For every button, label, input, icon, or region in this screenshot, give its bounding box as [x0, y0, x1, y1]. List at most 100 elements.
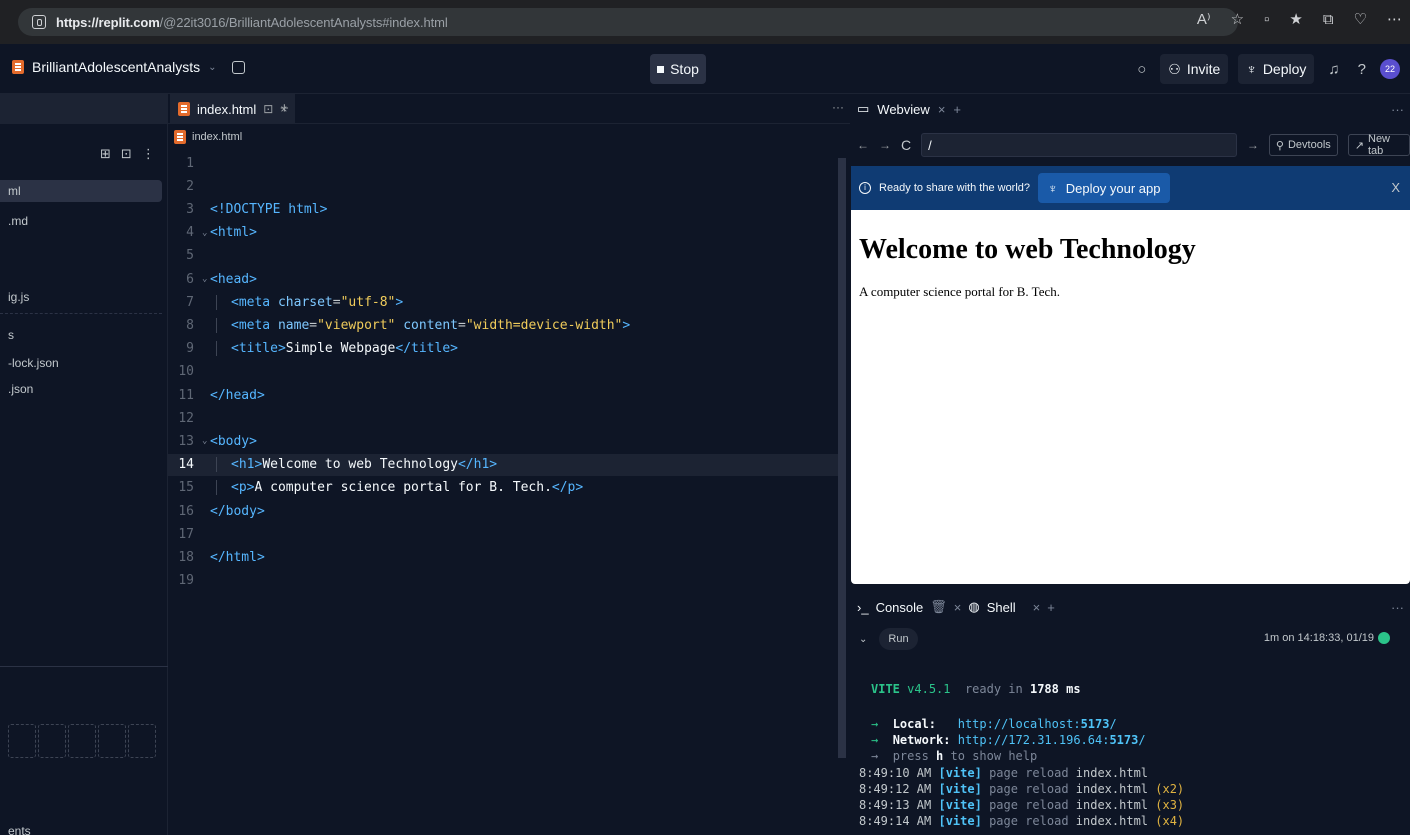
code-line[interactable]: 5: [168, 245, 838, 267]
new-folder-icon[interactable]: ⊡: [121, 146, 132, 162]
code-line[interactable]: 13 ⌄ <body>: [168, 430, 838, 452]
code-line[interactable]: 14 <h1>Welcome to web Technology</h1>: [168, 453, 838, 476]
pin-icon[interactable]: ⊡: [263, 102, 273, 116]
code-line[interactable]: 2: [168, 175, 838, 197]
go-icon[interactable]: →: [1247, 138, 1259, 152]
close-icon[interactable]: ×: [1033, 600, 1041, 615]
code-line[interactable]: 18 </html>: [168, 546, 838, 568]
sidebar-bottom-label[interactable]: ents: [8, 824, 31, 835]
fold-chevron-icon[interactable]: ⌄: [202, 228, 210, 238]
tab-webview[interactable]: Webview: [877, 102, 930, 117]
code-line[interactable]: 19: [168, 570, 838, 592]
invite-button[interactable]: ⚇ Invite: [1160, 54, 1229, 84]
close-icon[interactable]: ×: [954, 600, 962, 615]
deploy-button[interactable]: ♆ Deploy: [1238, 54, 1315, 84]
chevron-down-icon: ⌄: [208, 61, 217, 73]
devtools-button[interactable]: ⚲ Devtools: [1268, 134, 1338, 156]
code-line[interactable]: 3 <!DOCTYPE html>: [168, 198, 838, 220]
help-button[interactable]: ?: [1354, 61, 1370, 78]
favorite-star-icon[interactable]: ☆: [1231, 10, 1244, 28]
placeholder-box: [8, 724, 36, 758]
new-tab-icon[interactable]: +: [1047, 600, 1055, 615]
code-line[interactable]: 11 </head>: [168, 384, 838, 406]
new-tab-icon[interactable]: +: [280, 100, 289, 117]
fold-chevron-icon[interactable]: ⌄: [202, 436, 210, 446]
new-tab-button[interactable]: ↗ New tab: [1347, 133, 1410, 157]
tab-index-html[interactable]: index.html ⊡ ×: [170, 94, 296, 124]
health-icon[interactable]: ♡: [1354, 10, 1367, 28]
file-item[interactable]: ml: [0, 180, 162, 202]
code-line[interactable]: 4 ⌄ <html>: [168, 222, 838, 244]
terminal-icon: ›_: [857, 599, 869, 615]
console-log-line: 8:49:14 AM [vite] page reload index.html…: [859, 814, 1185, 828]
code-line[interactable]: 1: [168, 152, 838, 174]
close-icon[interactable]: X: [1391, 180, 1400, 195]
code-line[interactable]: 7 <meta charset="utf-8">: [168, 291, 838, 313]
collections-icon[interactable]: ⧉: [1323, 11, 1334, 28]
trash-icon[interactable]: 🗑: [930, 599, 947, 615]
new-file-icon[interactable]: ⊞: [100, 146, 111, 162]
code-line[interactable]: 9 <title>Simple Webpage</title>: [168, 338, 838, 360]
reload-icon[interactable]: C: [901, 137, 911, 153]
search-icon[interactable]: ○: [1133, 61, 1150, 78]
close-icon[interactable]: ×: [938, 102, 946, 117]
breadcrumb-item[interactable]: index.html: [192, 131, 242, 143]
line-number: 16: [178, 503, 194, 519]
address-bar[interactable]: https://replit.com/@22it3016/BrilliantAd…: [18, 8, 1238, 36]
editor-tab-bar: index.html ⊡ × + ···: [168, 94, 850, 124]
back-icon[interactable]: ←: [857, 138, 869, 152]
browser-actions: A⁾ ☆ ▫ ★ ⧉ ♡ ⋯: [1197, 10, 1402, 29]
chevron-down-icon[interactable]: ⌄: [859, 634, 867, 645]
external-link-icon: ↗: [1354, 139, 1364, 152]
more-options-icon[interactable]: ⋮: [142, 146, 155, 162]
fold-chevron-icon[interactable]: ⌄: [202, 274, 210, 284]
file-item[interactable]: .json: [0, 378, 162, 400]
split-screen-icon[interactable]: ▫: [1264, 11, 1269, 28]
code-line[interactable]: 8 <meta name="viewport" content="width=de…: [168, 314, 838, 336]
file-item[interactable]: -lock.json: [0, 352, 162, 374]
favorites-icon[interactable]: ★: [1289, 10, 1302, 28]
code-text: <head>: [210, 271, 257, 287]
header-actions: ○ ⚇ Invite ♆ Deploy ♫ ? 22: [1133, 54, 1400, 84]
more-icon[interactable]: ···: [832, 100, 844, 114]
file-item[interactable]: s: [0, 324, 162, 346]
code-line[interactable]: 17: [168, 523, 838, 545]
sidebar-search-bar[interactable]: [0, 94, 168, 124]
invite-label: Invite: [1186, 61, 1221, 77]
avatar[interactable]: 22: [1380, 59, 1400, 79]
more-icon[interactable]: ⋯: [1387, 10, 1402, 28]
code-line[interactable]: 6 ⌄ <head>: [168, 268, 838, 290]
bell-icon[interactable]: ♫: [1324, 61, 1343, 78]
run-chip[interactable]: Run: [879, 628, 918, 650]
console-line: VITE v4.5.1 ready in 1788 ms: [871, 682, 1081, 696]
info-icon: i: [859, 182, 871, 194]
line-number: 18: [178, 549, 194, 565]
read-aloud-icon[interactable]: A⁾: [1197, 10, 1211, 28]
code-line[interactable]: 12: [168, 407, 838, 429]
sidebar-divider: [0, 666, 168, 667]
code-text: <!DOCTYPE html>: [210, 201, 328, 217]
new-tab-icon[interactable]: +: [953, 102, 961, 117]
stop-button[interactable]: Stop: [650, 54, 706, 84]
code-line[interactable]: 10: [168, 361, 838, 383]
file-item[interactable]: .md: [0, 210, 162, 232]
webview-url-input[interactable]: /: [921, 133, 1237, 157]
editor-scrollbar[interactable]: [838, 158, 846, 758]
code-line[interactable]: 16 </body>: [168, 500, 838, 522]
code-area[interactable]: 1 2 3 <!DOCTYPE html> 4 ⌄ <html> 5 6 ⌄ <head> 7 <met…: [168, 156, 838, 835]
tab-shell[interactable]: Shell: [987, 600, 1016, 615]
file-item[interactable]: ig.js: [0, 286, 162, 308]
repl-details-icon[interactable]: [232, 60, 246, 74]
site-info-icon[interactable]: [32, 15, 46, 29]
deploy-app-button[interactable]: ♆ Deploy your app: [1038, 173, 1171, 203]
line-number: 15: [178, 480, 194, 496]
forward-icon[interactable]: →: [879, 138, 891, 152]
deploy-icon: ♆: [1048, 180, 1058, 196]
tab-console[interactable]: Console: [876, 600, 924, 615]
placeholder-box: [98, 724, 126, 758]
repl-name-menu[interactable]: BrilliantAdolescentAnalysts ⌄: [12, 59, 246, 75]
code-line[interactable]: 15 <p>A computer science portal for B. Te…: [168, 477, 838, 499]
more-icon[interactable]: ···: [1391, 102, 1404, 117]
browser-toolbar: https://replit.com/@22it3016/BrilliantAd…: [0, 0, 1410, 44]
more-icon[interactable]: ···: [1391, 600, 1404, 615]
